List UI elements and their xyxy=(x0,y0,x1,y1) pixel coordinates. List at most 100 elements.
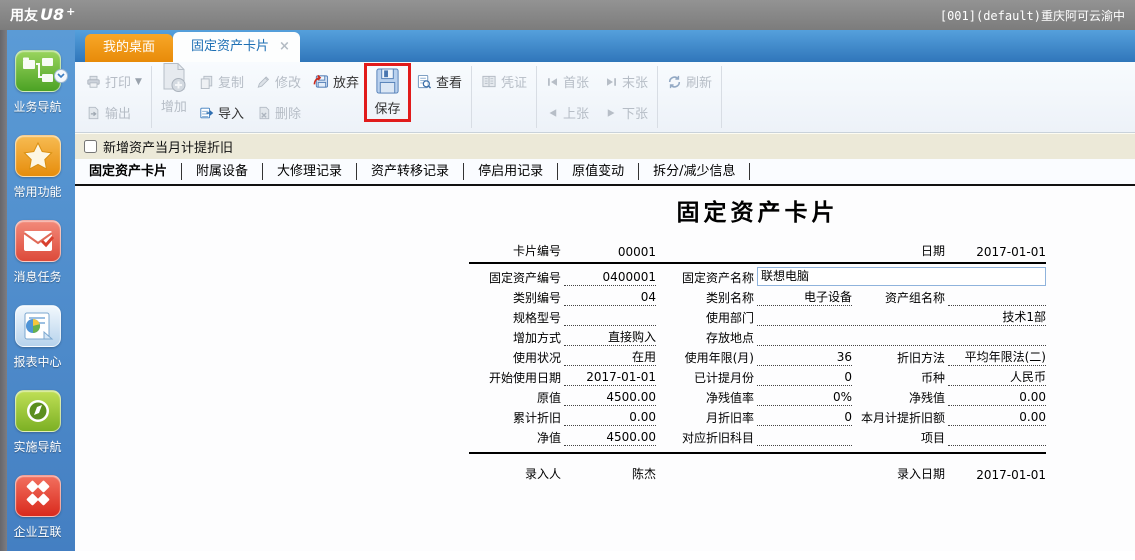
field-value[interactable]: 0 xyxy=(757,370,852,386)
field-value[interactable]: 人民币 xyxy=(948,370,1046,386)
date-value: 2017-01-01 xyxy=(976,245,1046,259)
field-label: 类别名称 xyxy=(705,291,754,305)
field-value[interactable]: 0.00 xyxy=(564,410,656,426)
button-label: 下张 xyxy=(622,107,649,122)
asset-name-input[interactable]: 联想电脑 xyxy=(757,267,1046,286)
field-value[interactable] xyxy=(757,430,852,446)
next-record-button[interactable]: 下张 xyxy=(602,102,651,123)
import-button[interactable]: 导入 xyxy=(196,102,247,123)
field-label: 原值 xyxy=(536,391,561,405)
form-row: 开始使用日期 2017-01-01 已计提月份 0 币种 人民币 xyxy=(469,366,1046,386)
modify-button[interactable]: 修改 xyxy=(253,71,304,92)
export-button[interactable]: 输出 xyxy=(83,102,145,123)
add-button[interactable]: 增加 xyxy=(158,62,190,115)
brand-plus: + xyxy=(66,5,76,18)
subtab-fixed-asset-card[interactable]: 固定资产卡片 xyxy=(75,159,181,184)
field-label: 币种 xyxy=(920,371,945,385)
workspace: 固定资产卡片 卡片编号 00001 日期 2017-01-01 固定资产编号 04… xyxy=(75,186,1135,551)
field-value[interactable]: 技术1部 xyxy=(757,310,1046,326)
field-label: 固定资产编号 xyxy=(488,271,561,285)
subtab-divider xyxy=(749,163,751,180)
field-value[interactable]: 0400001 xyxy=(564,270,656,286)
form-divider-line xyxy=(469,452,1046,454)
field-label: 日期 xyxy=(920,244,945,258)
field-value[interactable] xyxy=(757,330,1046,346)
field-value[interactable]: 平均年限法(二) xyxy=(948,350,1046,366)
sidebar-item-label: 业务导航 xyxy=(13,100,62,114)
field-value[interactable]: 2017-01-01 xyxy=(564,370,656,386)
subtab-transfer-records[interactable]: 资产转移记录 xyxy=(357,159,463,184)
field-label: 累计折旧 xyxy=(512,411,561,425)
field-value[interactable]: 0.00 xyxy=(948,410,1046,426)
print-button[interactable]: 打印 ▼ xyxy=(83,71,145,92)
field-value[interactable] xyxy=(564,310,656,326)
button-label: 增加 xyxy=(160,100,187,115)
subtab-overhaul-records[interactable]: 大修理记录 xyxy=(263,159,356,184)
field-label: 录入人 xyxy=(524,467,561,481)
field-label: 使用部门 xyxy=(705,311,754,325)
save-button[interactable]: 保存 xyxy=(372,67,403,117)
subtab-split-reduce-info[interactable]: 拆分/减少信息 xyxy=(639,159,749,184)
sidebar-item-label: 企业互联 xyxy=(13,525,62,539)
sidebar-item-report-center[interactable]: 报表中心 xyxy=(0,305,75,390)
depreciate-current-month-checkbox[interactable] xyxy=(84,140,97,153)
close-icon[interactable]: × xyxy=(279,32,290,62)
form-row: 增加方式 直接购入 存放地点 xyxy=(469,326,1046,346)
delete-button[interactable]: 删除 xyxy=(253,102,304,123)
form-row: 类别编号 04 类别名称 电子设备 资产组名称 xyxy=(469,286,1046,306)
discard-icon xyxy=(313,74,328,88)
subtab-stop-start-records[interactable]: 停启用记录 xyxy=(464,159,557,184)
field-value[interactable]: 0% xyxy=(757,390,852,406)
voucher-button[interactable]: 凭证 xyxy=(478,71,530,92)
button-label: 放弃 xyxy=(332,76,359,91)
app-logo: 用友 U8 + xyxy=(10,5,75,25)
field-value[interactable] xyxy=(948,290,1046,306)
button-label: 打印 xyxy=(105,76,132,91)
first-record-button[interactable]: 首张 xyxy=(543,71,592,92)
export-icon xyxy=(88,106,99,119)
field-label: 已计提月份 xyxy=(693,371,754,385)
field-value[interactable]: 4500.00 xyxy=(564,390,656,406)
copy-button[interactable]: 复制 xyxy=(196,71,247,92)
first-icon xyxy=(548,77,558,86)
sidebar-item-business-nav[interactable]: 业务导航 xyxy=(0,50,75,135)
last-record-button[interactable]: 末张 xyxy=(602,71,651,92)
account-info: [001](default)重庆阿可云渝中 xyxy=(939,8,1125,23)
field-value[interactable]: 0 xyxy=(757,410,852,426)
discard-button[interactable]: 放弃 xyxy=(310,71,362,92)
button-label: 末张 xyxy=(622,76,649,91)
field-value[interactable]: 直接购入 xyxy=(564,330,656,346)
sidebar-item-messages[interactable]: 消息任务 xyxy=(0,220,75,305)
field-value[interactable] xyxy=(948,430,1046,446)
sidebar-item-enterprise-link[interactable]: 企业互联 xyxy=(0,475,75,560)
field-value[interactable]: 4500.00 xyxy=(564,430,656,446)
field-value[interactable]: 0.00 xyxy=(948,390,1046,406)
field-label: 折旧方法 xyxy=(896,351,945,365)
toolbar-separator xyxy=(721,66,723,128)
field-value[interactable]: 电子设备 xyxy=(757,290,852,306)
field-label: 录入日期 xyxy=(896,467,945,481)
form-row: 原值 4500.00 净残值率 0% 净残值 0.00 xyxy=(469,386,1046,406)
view-button[interactable]: 查看 xyxy=(413,71,465,92)
prev-record-button[interactable]: 上张 xyxy=(543,102,592,123)
sidebar: 业务导航 常用功能 消息任务 报表中心 实施导航 企业互联 xyxy=(0,30,75,551)
field-value[interactable]: 04 xyxy=(564,290,656,306)
form-title: 固定资产卡片 xyxy=(676,200,839,226)
field-label: 资产组名称 xyxy=(884,291,945,305)
toolbar-separator xyxy=(471,66,472,128)
nav-tree-icon xyxy=(14,50,68,92)
subtab-attached-equipment[interactable]: 附属设备 xyxy=(182,159,262,184)
subtab-original-value-changes[interactable]: 原值变动 xyxy=(558,159,638,184)
sidebar-item-common-functions[interactable]: 常用功能 xyxy=(0,135,75,220)
field-value[interactable]: 在用 xyxy=(564,350,656,366)
sidebar-item-implementation-nav[interactable]: 实施导航 xyxy=(0,390,75,475)
form-row: 累计折旧 0.00 月折旧率 0 本月计提折旧额 0.00 xyxy=(469,406,1046,426)
titlebar: 用友 U8 + [001](default)重庆阿可云渝中 xyxy=(0,0,1135,30)
field-value[interactable]: 36 xyxy=(757,350,852,366)
tab-fixed-asset-card[interactable]: 固定资产卡片 × xyxy=(173,32,300,62)
tab-my-desktop[interactable]: 我的桌面 xyxy=(85,34,174,62)
card-subtabs: 固定资产卡片 附属设备 大修理记录 资产转移记录 停启用记录 原值变动 拆分/减… xyxy=(75,159,1135,186)
refresh-button[interactable]: 刷新 xyxy=(664,71,715,92)
field-label: 项目 xyxy=(920,431,945,445)
expand-badge-icon[interactable] xyxy=(53,69,68,83)
